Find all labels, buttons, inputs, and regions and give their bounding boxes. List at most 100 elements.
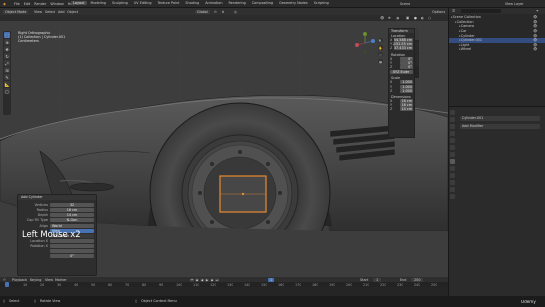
redo-row-field[interactable]: 32 <box>50 202 94 207</box>
workspace-tab-layout[interactable]: Layout <box>71 1 87 5</box>
menu-keying[interactable]: Keying <box>30 278 41 282</box>
object-name-field[interactable]: Cylinder.001 <box>460 116 540 121</box>
snap-icon[interactable]: ⧉ <box>222 10 224 14</box>
measure-icon[interactable]: 📐 <box>4 81 10 87</box>
grid-ortho-icon[interactable]: ▦ <box>378 59 383 64</box>
zoom-icon[interactable]: 🔍 <box>378 38 383 43</box>
shading-solid-icon[interactable]: ● <box>414 16 417 20</box>
current-frame-field[interactable]: 1 <box>268 277 275 282</box>
render-props-icon[interactable] <box>449 117 455 122</box>
redo-row-field[interactable]: N-Gon <box>50 217 94 222</box>
location-z-field[interactable]: 37.433 cm <box>393 46 413 51</box>
particles-props-icon[interactable] <box>449 166 455 171</box>
menu-marker[interactable]: Marker <box>55 278 67 282</box>
workspace-tab-rendering[interactable]: Rendering <box>226 1 247 5</box>
menu-window[interactable]: Window <box>50 2 63 6</box>
redo-row-field[interactable]: 16 cm <box>50 207 94 212</box>
mode-dropdown[interactable]: Object Mode <box>3 9 29 14</box>
menu-edit[interactable]: Edit <box>24 2 31 6</box>
modifier-props-icon[interactable] <box>449 159 455 164</box>
next-key-icon[interactable]: ◆ <box>210 277 214 282</box>
visibility-eye-icon[interactable]: 👁 <box>533 15 537 19</box>
jump-start-icon[interactable]: ⏮ <box>190 277 194 282</box>
playhead[interactable] <box>5 282 9 287</box>
annotate-icon[interactable]: ✎ <box>4 74 10 80</box>
menu-view[interactable]: View <box>34 10 42 14</box>
transform-orientation-dropdown[interactable]: Global <box>195 9 210 14</box>
menu-select[interactable]: Select <box>45 10 55 14</box>
scale-y-field[interactable]: 1.000 <box>400 84 413 89</box>
redo-rotation-y-field[interactable] <box>50 248 94 253</box>
workspace-tab-geometry-nodes[interactable]: Geometry Nodes <box>277 1 310 5</box>
menu-add[interactable]: Add <box>58 10 65 14</box>
menu-render[interactable]: Render <box>34 2 46 6</box>
filter-icon[interactable]: ⏷ <box>536 9 539 13</box>
pivot-icon[interactable]: ⊙ <box>214 10 217 14</box>
overlays-icon[interactable]: ◑ <box>396 16 399 20</box>
rotation-z-field[interactable]: 0° <box>400 65 413 70</box>
outliner-search-input[interactable] <box>461 9 501 13</box>
cursor-icon[interactable]: ⊕ <box>4 39 10 45</box>
rotate-icon[interactable]: ↻ <box>4 53 10 59</box>
visibility-eye-icon[interactable]: 👁 <box>533 29 537 33</box>
visibility-eye-icon[interactable]: 👁 <box>533 20 537 24</box>
visibility-eye-icon[interactable]: 👁 <box>533 24 537 28</box>
rotation-mode-dropdown[interactable]: XYZ Euler <box>390 70 413 75</box>
menu-file[interactable]: File <box>14 2 20 6</box>
start-frame-field[interactable]: 1 <box>373 277 382 282</box>
output-props-icon[interactable] <box>449 124 455 129</box>
redo-rotation-x-field[interactable] <box>50 243 94 248</box>
menu-object[interactable]: Object <box>67 10 78 14</box>
prev-key-icon[interactable]: ◆ <box>195 277 199 282</box>
tab-view[interactable] <box>415 54 419 66</box>
add-modifier-dropdown[interactable]: Add Modifier <box>460 124 540 129</box>
visibility-eye-icon[interactable]: 👁 <box>533 43 537 47</box>
object-props-icon[interactable] <box>449 152 455 157</box>
align-option-world[interactable]: World <box>50 223 94 228</box>
camera-view-icon[interactable]: 🎥 <box>378 52 383 57</box>
material-props-icon[interactable] <box>449 194 455 199</box>
visibility-eye-icon[interactable]: 👁 <box>533 38 537 42</box>
menu-view[interactable]: View <box>45 278 53 282</box>
view-layer-props-icon[interactable] <box>449 131 455 136</box>
timeline-editor-icon[interactable]: ⏱ <box>3 278 6 282</box>
navigation-gizmo[interactable] <box>353 31 377 55</box>
workspace-tab-animation[interactable]: Animation <box>203 1 224 5</box>
outliner-editor-icon[interactable]: ☰ <box>452 9 455 13</box>
play-reverse-icon[interactable]: ◀ <box>200 277 204 282</box>
redo-location-x-field[interactable] <box>50 238 94 243</box>
scene-selector[interactable]: Scene <box>400 2 410 6</box>
jump-end-icon[interactable]: ⏭ <box>215 277 219 282</box>
play-icon[interactable]: ▶ <box>205 277 209 282</box>
dimension-z-field[interactable]: 14 cm <box>400 107 413 112</box>
scene-props-icon[interactable] <box>449 138 455 143</box>
workspace-tab-sculpting[interactable]: Sculpting <box>110 1 130 5</box>
select-box-icon[interactable]: ⬚ <box>4 32 10 38</box>
blender-logo-icon[interactable]: ◉ <box>3 2 6 6</box>
scale-z-field[interactable]: 1.000 <box>400 88 413 93</box>
world-props-icon[interactable] <box>449 145 455 150</box>
pan-hand-icon[interactable]: ✋ <box>378 45 383 50</box>
redo-panel-title[interactable]: Add Cylinder <box>18 195 96 200</box>
scale-x-field[interactable]: 1.000 <box>400 80 413 85</box>
transform-header[interactable]: Transform <box>389 29 414 33</box>
workspace-tab-shading[interactable]: Shading <box>183 1 201 5</box>
constraints-props-icon[interactable] <box>449 180 455 185</box>
shading-material-icon[interactable]: ◐ <box>421 16 424 20</box>
outliner-item[interactable]: ▸ Wheel 👁 <box>449 47 545 52</box>
xray-icon[interactable]: ▣ <box>406 16 409 20</box>
gizmo-toggle-icon[interactable]: ⊕ <box>388 16 391 20</box>
scale-icon[interactable]: ⤢ <box>4 60 10 66</box>
data-props-icon[interactable] <box>449 187 455 192</box>
end-frame-field[interactable]: 250 <box>411 277 424 282</box>
workspace-tab-modeling[interactable]: Modeling <box>89 1 108 5</box>
shading-rendered-icon[interactable]: ○ <box>428 16 431 20</box>
visibility-eye-icon[interactable]: 👁 <box>533 34 537 38</box>
proportional-edit-icon[interactable]: ◎ <box>234 10 237 14</box>
tab-tool[interactable] <box>415 41 419 53</box>
workspace-tab-texture-paint[interactable]: Texture Paint <box>156 1 182 5</box>
visibility-icon[interactable]: 👁 <box>380 16 384 20</box>
transform-icon[interactable]: ⊞ <box>4 67 10 73</box>
options-dropdown[interactable]: Options <box>432 10 445 14</box>
timeline-ruler[interactable]: 0102030405060708090100110120130140150160… <box>0 282 448 287</box>
